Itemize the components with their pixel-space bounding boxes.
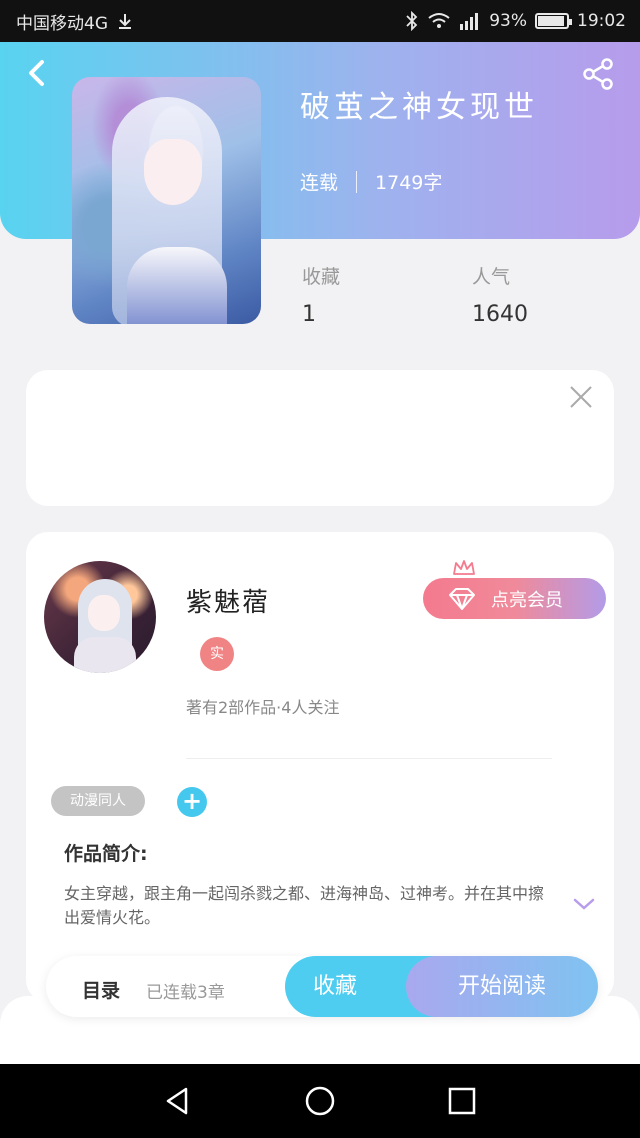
toc-button[interactable]: 目录 bbox=[82, 976, 120, 1003]
diamond-icon bbox=[449, 587, 475, 610]
vip-button[interactable]: 点亮会员 bbox=[423, 578, 606, 619]
verified-badge: 实 bbox=[200, 637, 234, 671]
popularity-value: 1640 bbox=[472, 302, 528, 327]
intro-heading: 作品简介: bbox=[64, 843, 148, 865]
back-button[interactable] bbox=[22, 56, 52, 90]
nav-recent-icon[interactable] bbox=[446, 1085, 478, 1117]
nav-home-icon[interactable] bbox=[304, 1085, 336, 1117]
carrier-label: 中国移动4G bbox=[16, 13, 108, 34]
close-icon bbox=[570, 386, 592, 408]
crown-icon bbox=[453, 560, 475, 575]
meta-divider bbox=[356, 170, 358, 193]
share-icon bbox=[583, 58, 613, 90]
ad-banner[interactable] bbox=[26, 370, 614, 506]
intro-text: 女主穿越，跟主角一起闯杀戮之都、进海神岛、过神考。并在其中擦出爱情火花。 bbox=[64, 884, 545, 927]
book-cover[interactable] bbox=[72, 77, 261, 324]
popularity-label: 人气 bbox=[472, 266, 511, 288]
signal-icon bbox=[460, 13, 479, 30]
chapter-count: 已连载3章 bbox=[146, 983, 225, 1003]
author-name[interactable]: 紫魅蓿 bbox=[186, 582, 270, 619]
download-icon bbox=[119, 14, 131, 29]
nav-back-icon[interactable] bbox=[162, 1085, 194, 1117]
share-button[interactable] bbox=[580, 56, 616, 92]
serial-status: 连载 bbox=[300, 172, 339, 194]
book-meta: 连载 1749字 bbox=[300, 168, 442, 195]
book-title: 破茧之神女现世 bbox=[300, 90, 538, 125]
favorites-value: 1 bbox=[302, 302, 316, 327]
battery-icon bbox=[535, 13, 572, 29]
battery-percent: 93% bbox=[489, 11, 527, 31]
ad-close-button[interactable] bbox=[566, 382, 596, 412]
section-divider bbox=[186, 758, 552, 759]
add-tag-button[interactable]: + bbox=[177, 787, 207, 817]
wifi-icon bbox=[428, 13, 450, 28]
back-arrow-icon bbox=[29, 60, 44, 86]
start-reading-button[interactable]: 开始阅读 bbox=[406, 956, 598, 1017]
status-bar: 中国移动4G 93% 19:02 bbox=[0, 0, 640, 42]
author-avatar[interactable] bbox=[44, 561, 156, 673]
vip-button-label: 点亮会员 bbox=[491, 589, 563, 611]
bluetooth-icon bbox=[406, 11, 418, 31]
clock: 19:02 bbox=[577, 11, 626, 31]
author-stats: 著有2部作品·4人关注 bbox=[186, 698, 340, 717]
word-count: 1749字 bbox=[375, 172, 443, 194]
favorites-label: 收藏 bbox=[302, 266, 341, 288]
tag-chip[interactable]: 动漫同人 bbox=[51, 786, 145, 816]
chevron-down-icon[interactable] bbox=[572, 896, 596, 912]
